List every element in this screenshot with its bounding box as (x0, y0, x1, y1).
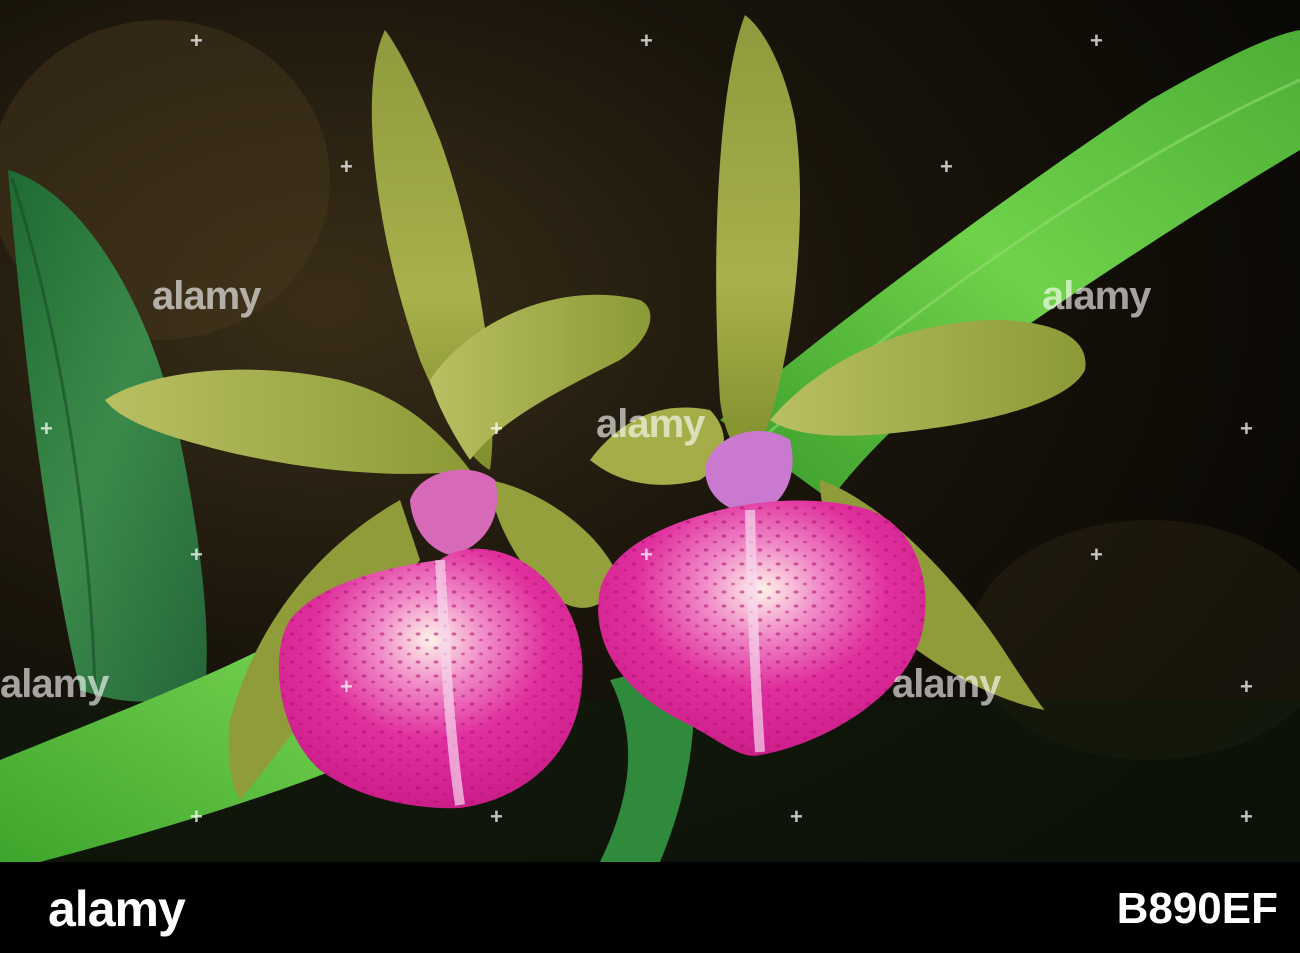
watermark-plus-icon: + (40, 416, 53, 441)
watermark-plus-icon: + (1240, 674, 1253, 699)
watermark-plus-icon: + (1090, 542, 1103, 567)
watermark-plus-icon: + (640, 542, 653, 567)
footer-logo: alamy (48, 881, 186, 937)
footer-bar: alamy B890EF (0, 862, 1300, 953)
watermark-plus-icon: + (340, 674, 353, 699)
watermark-text: alamy (152, 274, 261, 318)
watermark-plus-icon: + (490, 416, 503, 441)
watermark-plus-icon: + (1090, 28, 1103, 53)
watermark-plus-icon: + (190, 804, 203, 829)
watermark-plus-icon: + (190, 542, 203, 567)
watermark-plus-icon: + (1240, 804, 1253, 829)
orchid-photo: alamy alamy alamy alamy alamy + + + + + … (0, 0, 1300, 862)
watermark-plus-icon: + (790, 804, 803, 829)
watermark-plus-icon: + (490, 804, 503, 829)
watermark-plus-icon: + (940, 154, 953, 179)
watermark-text: alamy (596, 402, 705, 446)
watermark-plus-icon: + (1240, 416, 1253, 441)
watermark-plus-icon: + (190, 28, 203, 53)
watermark-text: alamy (892, 662, 1001, 706)
image-id-label: B890EF (1116, 884, 1278, 933)
watermark-text: alamy (1042, 274, 1151, 318)
watermark-plus-icon: + (640, 28, 653, 53)
watermark-plus-icon: + (340, 154, 353, 179)
photo-stage: alamy alamy alamy alamy alamy + + + + + … (0, 0, 1300, 953)
watermark-text: alamy (0, 662, 109, 706)
